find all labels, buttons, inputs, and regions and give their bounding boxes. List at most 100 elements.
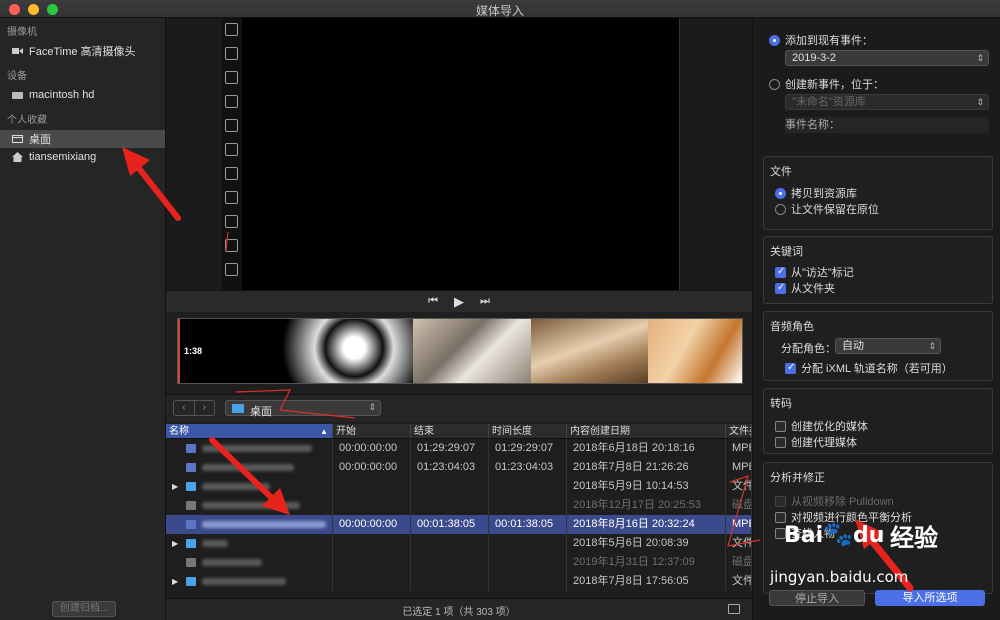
event-name-field[interactable]: 事件名称： bbox=[785, 117, 989, 133]
table-row[interactable]: ▶ 2018年7月8日 17:56:05 文件 bbox=[166, 572, 752, 591]
column-header-duration[interactable]: 时间长度 bbox=[489, 424, 567, 438]
thumbnail-row[interactable]: 1:38 bbox=[177, 318, 743, 384]
cell-kind: 文件 bbox=[726, 534, 752, 553]
create-proxy-media-option[interactable]: 创建代理媒体 bbox=[775, 434, 857, 450]
column-header-end[interactable]: 结束 bbox=[411, 424, 489, 438]
table-row[interactable]: ▶ 2018年5月9日 10:14:53 文件 bbox=[166, 477, 752, 496]
checkbox[interactable] bbox=[775, 436, 786, 448]
blurred-filename bbox=[202, 502, 300, 509]
add-to-existing-event-option[interactable]: 添加到现有事件： bbox=[769, 32, 873, 48]
table-row[interactable]: ▶ 2018年5月6日 20:08:39 文件 bbox=[166, 534, 752, 553]
cell-start bbox=[333, 496, 411, 515]
create-new-event-option[interactable]: 创建新事件，位于： bbox=[769, 76, 884, 92]
table-row[interactable]: 00:00:00:00 00:01:38:05 00:01:38:05 2018年8月… bbox=[166, 515, 752, 534]
disk-image-icon bbox=[186, 501, 196, 510]
previous-frame-icon[interactable]: ⏮ bbox=[428, 295, 438, 308]
sprocket-hole bbox=[225, 119, 238, 132]
cell-name[interactable] bbox=[166, 458, 333, 477]
ixml-track-names-option[interactable]: 分配 iXML 轨道名称（若可用） bbox=[785, 360, 953, 376]
cell-name[interactable] bbox=[166, 496, 333, 515]
assign-role-popup[interactable]: 自动 ⇕ bbox=[835, 338, 941, 354]
cell-name[interactable] bbox=[166, 439, 333, 458]
folder-location-popup[interactable]: 桌面 ⇕ bbox=[225, 400, 381, 418]
create-optimized-media-option[interactable]: 创建优化的媒体 bbox=[775, 418, 868, 434]
skim-timecode: 1:38 bbox=[184, 346, 203, 356]
table-row[interactable]: 00:00:00:00 01:23:04:03 01:23:04:03 2018年7月… bbox=[166, 458, 752, 477]
disclosure-triangle-icon[interactable]: ▶ bbox=[172, 534, 178, 553]
section-title: 转码 bbox=[770, 398, 792, 410]
radio-button[interactable] bbox=[769, 78, 780, 90]
sprocket-hole bbox=[225, 71, 238, 84]
table-row[interactable]: 2018年12月17日 20:25:53 磁盘 bbox=[166, 496, 752, 515]
next-frame-icon[interactable]: ⏭ bbox=[480, 295, 490, 308]
assign-role-label: 分配角色： bbox=[781, 343, 836, 355]
cell-name[interactable]: ▶ bbox=[166, 477, 333, 496]
radio-button[interactable] bbox=[775, 187, 786, 199]
option-label: 创建优化的媒体 bbox=[791, 421, 868, 433]
sprocket-hole bbox=[225, 23, 238, 36]
cell-start bbox=[333, 534, 411, 553]
checkbox[interactable] bbox=[785, 362, 796, 374]
sidebar-item-home[interactable]: tiansemixiang bbox=[0, 148, 165, 166]
table-row[interactable]: 00:00:00:00 01:29:29:07 01:29:29:07 2018年6月… bbox=[166, 439, 752, 458]
browser-toolbar: ‹ › 桌面 ⇕ bbox=[166, 394, 752, 422]
play-icon[interactable]: ▶ bbox=[454, 294, 464, 310]
radio-button[interactable] bbox=[775, 203, 786, 215]
blurred-filename bbox=[202, 521, 326, 528]
playhead[interactable] bbox=[178, 319, 180, 383]
cell-duration bbox=[489, 553, 567, 572]
sidebar-section-cameras: 摄像机 bbox=[7, 27, 37, 38]
cell-duration bbox=[489, 572, 567, 591]
radio-button[interactable] bbox=[769, 34, 780, 46]
folders-keywords-option[interactable]: 从文件夹 bbox=[775, 280, 835, 296]
video-file-icon bbox=[186, 444, 196, 453]
cell-created: 2018年5月6日 20:08:39 bbox=[567, 534, 726, 553]
back-button[interactable]: ‹ bbox=[174, 401, 195, 415]
thumbnail-frame[interactable] bbox=[648, 319, 742, 383]
checkbox[interactable] bbox=[775, 266, 786, 278]
cell-kind: MPE bbox=[726, 515, 752, 534]
sidebar-item-desktop[interactable]: 桌面 bbox=[0, 130, 165, 148]
sprocket-hole bbox=[225, 95, 238, 108]
folder-icon bbox=[232, 404, 244, 413]
thumbnail-frame[interactable]: 1:38 bbox=[178, 319, 414, 383]
cell-duration: 01:23:04:03 bbox=[489, 458, 567, 477]
checkbox[interactable] bbox=[775, 282, 786, 294]
table-row[interactable]: 2019年1月31日 12:37:09 磁盘 bbox=[166, 553, 752, 572]
checkbox[interactable] bbox=[775, 420, 786, 432]
column-header-created[interactable]: 内容创建日期 bbox=[567, 424, 726, 438]
chevron-up-down-icon: ⇕ bbox=[928, 341, 936, 351]
folder-icon bbox=[186, 482, 196, 491]
cell-name[interactable] bbox=[166, 553, 333, 572]
blurred-filename bbox=[202, 445, 312, 452]
sidebar-item-facetime-camera[interactable]: FaceTime 高清摄像头 bbox=[0, 42, 165, 60]
column-header-name[interactable]: 名称 ▲ bbox=[166, 424, 333, 438]
sidebar-section-devices: 设备 bbox=[7, 71, 27, 82]
cell-name[interactable]: ▶ bbox=[166, 534, 333, 553]
disclosure-triangle-icon[interactable]: ▶ bbox=[172, 572, 178, 591]
film-sprocket-strip bbox=[222, 18, 242, 290]
disclosure-triangle-icon[interactable]: ▶ bbox=[172, 477, 178, 496]
column-header-start[interactable]: 开始 bbox=[333, 424, 411, 438]
section-title: 分析并修正 bbox=[770, 472, 825, 484]
event-name-label: 事件名称： bbox=[785, 119, 840, 131]
column-header-kind[interactable]: 文件类 bbox=[726, 424, 752, 438]
table-body: 00:00:00:00 01:29:29:07 01:29:29:07 2018年6月… bbox=[166, 439, 752, 591]
cell-created: 2018年5月9日 10:14:53 bbox=[567, 477, 726, 496]
cell-name[interactable] bbox=[166, 515, 333, 534]
cell-name[interactable]: ▶ bbox=[166, 572, 333, 591]
thumbnail-frame[interactable] bbox=[413, 319, 531, 383]
thumbnail-frame[interactable] bbox=[530, 319, 649, 383]
leave-in-place-option[interactable]: 让文件保留在原位 bbox=[775, 201, 879, 217]
copy-to-library-option[interactable]: 拷贝到资源库 bbox=[775, 185, 857, 201]
folder-icon bbox=[186, 539, 196, 548]
sidebar-item-macintosh-hd[interactable]: macintosh hd bbox=[0, 86, 165, 104]
create-archive-button[interactable]: 创建归档... bbox=[52, 601, 116, 617]
filmstrip-view-icon[interactable] bbox=[728, 604, 740, 614]
existing-event-popup[interactable]: 2019-3-2 ⇕ bbox=[785, 50, 989, 66]
video-preview-screen[interactable] bbox=[242, 18, 680, 290]
remove-pulldown-option: 从视频移除 Pulldown bbox=[775, 493, 894, 509]
finder-tags-option[interactable]: 从"访达"标记 bbox=[775, 264, 854, 280]
forward-button[interactable]: › bbox=[195, 401, 215, 415]
blurred-filename bbox=[202, 540, 228, 547]
